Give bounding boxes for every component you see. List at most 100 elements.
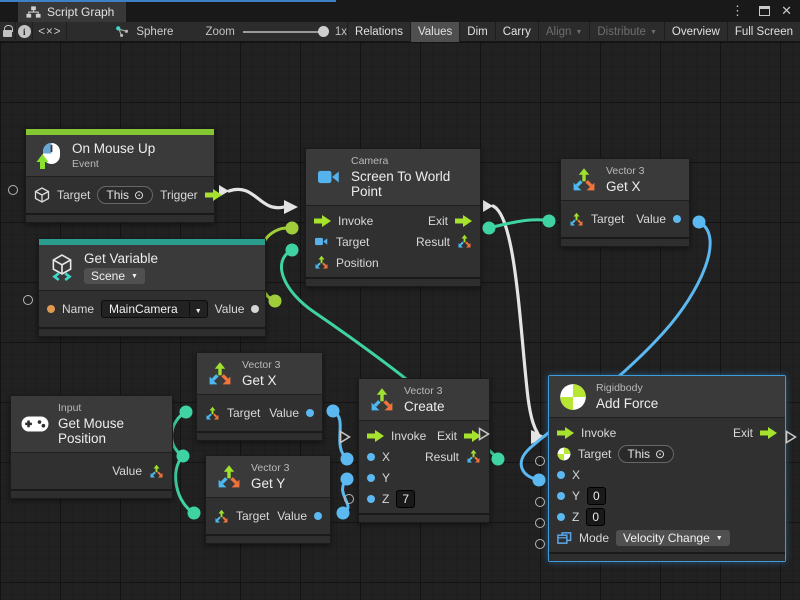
get-variable-name-outer-port[interactable] — [23, 295, 33, 305]
add-force-z-outer-port[interactable] — [535, 518, 545, 528]
node-header: Vector 3 Get X — [561, 159, 689, 200]
add-force-x-connection-dot[interactable] — [533, 474, 546, 487]
exit-port-label: Exit — [428, 214, 448, 228]
variable-scope-dropdown[interactable]: Scene ▼ — [84, 268, 145, 284]
node-screen-to-world-point[interactable]: Camera Screen To World Point Invoke Exit… — [305, 148, 481, 287]
node-get-mouse-position[interactable]: Input Get Mouse Position Value — [10, 395, 173, 499]
on-mouse-up-target-outer-port[interactable] — [8, 185, 18, 195]
add-force-target-outer-port[interactable] — [535, 456, 545, 466]
flow-output-arrow-icon[interactable] — [760, 427, 777, 439]
node-category: Camera — [351, 155, 470, 167]
camera-position-connection-dot[interactable] — [286, 244, 299, 257]
flow-output-arrow-icon[interactable] — [455, 215, 472, 227]
node-vector3-get-x-top[interactable]: Vector 3 Get X Target Value — [560, 158, 690, 247]
z-port[interactable] — [557, 513, 565, 521]
camera-result-connection-dot[interactable] — [483, 222, 496, 235]
zoom-slider-knob[interactable] — [318, 26, 329, 37]
camera-target-connection-dot[interactable] — [286, 222, 299, 235]
target-port-label: Target — [236, 509, 269, 523]
rigidbody-port-icon[interactable] — [557, 447, 571, 461]
create-x-connection-dot[interactable] — [341, 453, 354, 466]
vector3-port-icon[interactable] — [466, 449, 481, 464]
x-port[interactable] — [367, 453, 375, 461]
values-button[interactable]: Values — [410, 22, 459, 42]
create-z-outer-port[interactable] — [344, 494, 354, 504]
node-footer — [206, 534, 330, 543]
camera-port-icon[interactable] — [314, 235, 329, 248]
get-y-target-connection-dot[interactable] — [188, 507, 201, 520]
close-icon[interactable]: ✕ — [781, 0, 792, 22]
node-footer — [11, 489, 172, 498]
get-mouse-position-value-connection-dot[interactable] — [177, 450, 190, 463]
value-port[interactable] — [314, 512, 322, 520]
maximize-icon[interactable] — [759, 0, 770, 22]
get-y-value-connection-dot[interactable] — [337, 507, 350, 520]
dim-button[interactable]: Dim — [459, 22, 494, 42]
create-y-connection-dot[interactable] — [341, 473, 354, 486]
variable-icon — [49, 254, 75, 281]
vector3-port-icon[interactable] — [205, 406, 220, 421]
lock-button[interactable] — [0, 22, 16, 42]
distribute-button[interactable]: Distribute▼ — [589, 22, 664, 42]
target-self-button[interactable]: This ⊙ — [97, 186, 153, 204]
node-on-mouse-up[interactable]: On Mouse Up Event Target This ⊙ Trigger — [25, 128, 215, 223]
z-value-field[interactable]: 7 — [396, 490, 415, 508]
tab-script-graph[interactable]: Script Graph — [18, 2, 126, 22]
relations-button[interactable]: Relations — [347, 22, 410, 42]
graph-breadcrumb[interactable]: Sphere — [115, 25, 173, 38]
y-port[interactable] — [367, 474, 375, 482]
z-port[interactable] — [367, 495, 375, 503]
vector3-port-icon[interactable] — [457, 234, 472, 249]
overview-button[interactable]: Overview — [664, 22, 727, 42]
create-result-connection-dot[interactable] — [492, 453, 505, 466]
full-screen-button[interactable]: Full Screen — [727, 22, 800, 42]
enum-mode-icon[interactable] — [557, 531, 572, 545]
vector3-port-icon[interactable] — [214, 509, 229, 524]
add-force-y-outer-port[interactable] — [535, 497, 545, 507]
create-invoke-outer-flow-port[interactable] — [339, 430, 351, 444]
node-get-variable[interactable]: Get Variable Scene ▼ Name MainCamera ▼ V… — [38, 238, 266, 337]
node-vector3-create[interactable]: Vector 3 Create Invoke Exit X Result — [358, 378, 490, 523]
node-vector3-get-y[interactable]: Vector 3 Get Y Target Value — [205, 455, 331, 544]
add-force-mode-outer-port[interactable] — [535, 539, 545, 549]
vector3-port-icon[interactable] — [314, 255, 329, 270]
flow-output-arrow-icon[interactable] — [205, 189, 222, 201]
node-add-force[interactable]: Rigidbody Add Force Invoke Exit Target — [548, 375, 786, 562]
target-self-button[interactable]: This ⊙ — [618, 445, 674, 463]
get-variable-value-connection-dot[interactable] — [269, 295, 282, 308]
code-preview-button[interactable]: <×> — [33, 22, 67, 42]
node-title: Create — [404, 399, 445, 414]
node-title: Get X — [242, 373, 281, 388]
value-port[interactable] — [673, 215, 681, 223]
vector3-port-icon[interactable] — [569, 212, 584, 227]
target-port-label: Target — [227, 406, 260, 420]
node-vector3-get-x-mid[interactable]: Vector 3 Get X Target Value — [196, 352, 323, 441]
carry-button[interactable]: Carry — [495, 22, 538, 42]
mode-dropdown[interactable]: Velocity Change ▼ — [616, 530, 730, 546]
get-x-mid-value-connection-dot[interactable] — [327, 405, 340, 418]
vector3-port-icon[interactable] — [149, 464, 164, 479]
add-force-exit-outer-flow-port[interactable] — [785, 430, 797, 444]
window-menu-icon[interactable]: ⋮ — [731, 0, 744, 22]
node-category: Vector 3 — [242, 359, 281, 371]
value-port[interactable] — [251, 305, 259, 313]
zoom-slider[interactable] — [243, 31, 327, 33]
x-port[interactable] — [557, 471, 565, 479]
z-value-field[interactable]: 0 — [586, 508, 605, 526]
name-port[interactable] — [47, 305, 55, 313]
value-port[interactable] — [306, 409, 314, 417]
flow-input-arrow-icon[interactable] — [314, 215, 331, 227]
node-header: Vector 3 Get X — [197, 353, 322, 394]
node-header: Vector 3 Get Y — [206, 456, 330, 497]
flow-input-arrow-icon[interactable] — [557, 427, 574, 439]
align-button[interactable]: Align▼ — [538, 22, 590, 42]
get-x-top-target-connection-dot[interactable] — [543, 215, 556, 228]
y-port[interactable] — [557, 492, 565, 500]
variable-name-dropdown[interactable]: MainCamera ▼ — [101, 300, 208, 318]
info-button[interactable]: i — [16, 22, 33, 42]
y-value-field[interactable]: 0 — [587, 487, 606, 505]
get-x-mid-target-connection-dot[interactable] — [180, 406, 193, 419]
create-exit-outer-flow-port[interactable] — [478, 427, 490, 441]
get-x-top-value-connection-dot[interactable] — [693, 216, 706, 229]
flow-input-arrow-icon[interactable] — [367, 430, 384, 442]
